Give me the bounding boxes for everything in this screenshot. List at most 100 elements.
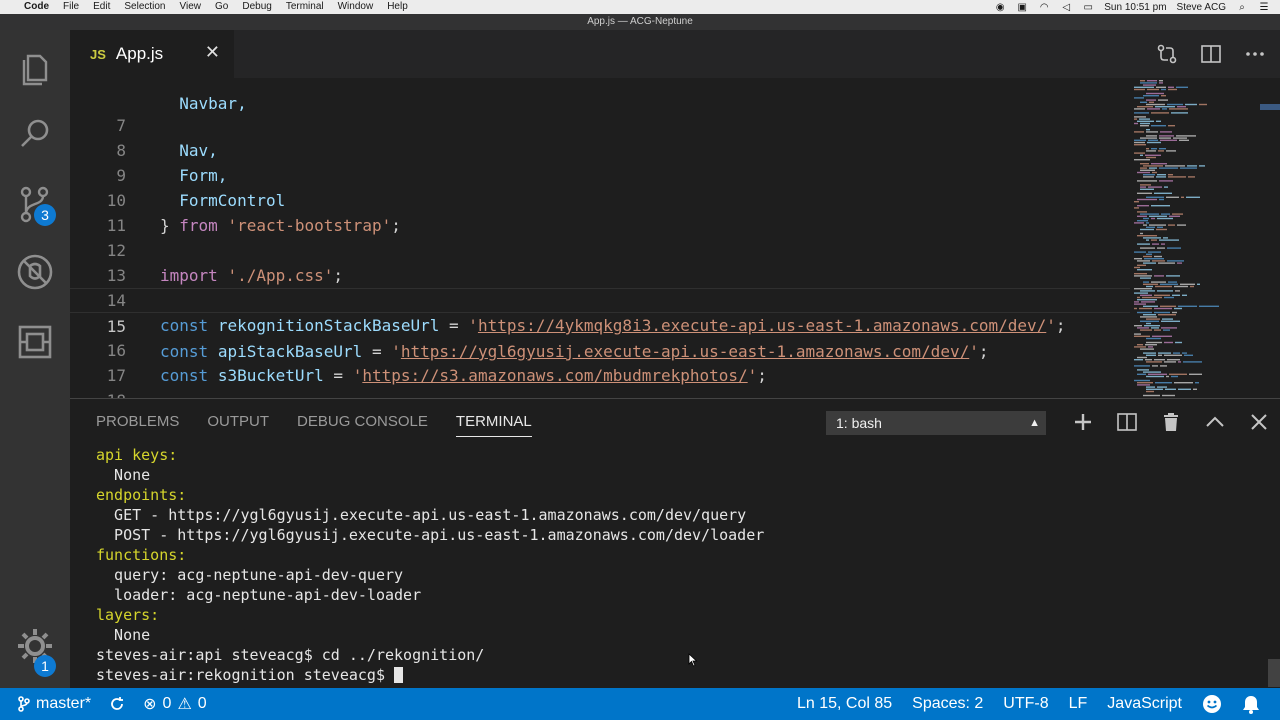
terminal-selector[interactable]: 1: bash ▲ [826,411,1046,435]
spotlight-search-icon[interactable]: ⌕ [1236,2,1248,13]
terminal-line: endpoints: [96,485,1256,505]
terminal-scrollbar-thumb[interactable] [1268,659,1280,687]
warning-count: 0 [197,695,207,712]
wifi-icon[interactable]: ◠ [1038,2,1050,13]
notification-center-icon[interactable]: ☰ [1258,2,1270,13]
indentation[interactable]: Spaces: 2 [912,695,983,713]
terminal-line: steves-air:rekognition steveacg$ [96,665,1256,685]
menu-terminal[interactable]: Terminal [286,0,324,14]
tab-problems[interactable]: PROBLEMS [96,413,179,437]
terminal-selector-value: 1: bash [836,415,882,431]
menu-window[interactable]: Window [338,0,374,14]
encoding[interactable]: UTF-8 [1003,695,1048,713]
menu-user[interactable]: Steve ACG [1177,2,1226,13]
end-of-line[interactable]: LF [1069,695,1088,713]
more-actions-icon[interactable] [1244,43,1266,65]
terminal-line: layers: [96,605,1256,625]
menu-edit[interactable]: Edit [93,0,110,14]
error-count: 0 [162,695,172,712]
menu-bar-tray: ◉ ▣ ◠ ◁ ▭ Sun 10:51 pm Steve ACG ⌕ ☰ [994,2,1270,13]
editor-scrollbar-thumb[interactable] [1260,104,1280,110]
search-icon[interactable] [15,114,55,154]
bottom-panel: PROBLEMS OUTPUT DEBUG CONSOLE TERMINAL 1… [70,398,1280,688]
git-branch-label: master* [36,695,92,712]
terminal-line: functions: [96,545,1256,565]
tab-app-js[interactable]: JS App.js ✕ [70,30,234,78]
javascript-file-icon: JS [90,46,106,62]
language-mode[interactable]: JavaScript [1107,695,1182,713]
problems-indicator[interactable]: ⊗ 0 ⚠ 0 [143,694,207,714]
code-line: 12 import './App.css'; [70,213,1130,285]
menu-clock[interactable]: Sun 10:51 pm [1104,2,1166,13]
terminal-line: POST - https://ygl6gyusij.execute-api.us… [96,525,1256,545]
panel-actions [1072,411,1270,433]
terminal-text: None [96,626,151,644]
warning-icon: ⚠ [177,696,192,713]
terminal-line: loader: acg-neptune-api-dev-loader [96,585,1256,605]
menu-file[interactable]: File [63,0,79,14]
terminal-text: loader: acg-neptune-api-dev-loader [96,586,422,604]
macos-menu-bar: Code File Edit Selection View Go Debug T… [0,0,1280,14]
new-terminal-icon[interactable] [1072,411,1094,433]
terminal-output[interactable]: api keys: None endpoints: GET - https://y… [96,445,1256,685]
split-terminal-icon[interactable] [1116,411,1138,433]
screen-record-icon[interactable]: ▣ [1016,2,1028,13]
status-bar: master* ⊗ 0 ⚠ 0 Ln 15, Col 85 Spaces: 2 … [0,688,1280,720]
git-branch[interactable]: master* [18,695,91,713]
tab-output[interactable]: OUTPUT [207,413,269,437]
code-line: 9 FormControl [70,138,1130,210]
extensions-icon[interactable] [15,322,55,362]
source-control-badge: 3 [34,204,56,226]
close-tab-icon[interactable]: ✕ [205,42,220,63]
minimap[interactable] [1132,78,1260,398]
code-line: 14 const rekognitionStackBaseUrl = 'http… [70,263,1130,335]
code-editor[interactable]: Navbar, 7 Nav, 8 Form, 9 FormControl 10 … [70,78,1280,398]
sync-icon [111,697,124,710]
code-line: 16 const s3BucketUrl = 'https://s3.amazo… [70,313,1130,385]
terminal-key: layers: [96,606,160,624]
terminal-key: endpoints: [96,486,187,504]
terminal-line: GET - https://ygl6gyusij.execute-api.us-… [96,505,1256,525]
open-changes-icon[interactable] [1156,43,1178,65]
notifications-bell-icon[interactable] [1242,694,1260,714]
menu-help[interactable]: Help [387,0,408,14]
cursor-position[interactable]: Ln 15, Col 85 [797,695,892,713]
mouse-pointer-icon [688,653,698,667]
explorer-files-icon[interactable] [15,48,55,88]
terminal-text: POST - https://ygl6gyusij.execute-api.us… [96,526,765,544]
code-line: 17 [70,338,1130,385]
trash-icon[interactable] [1160,411,1182,433]
camera-icon[interactable]: ◉ [994,2,1006,13]
menu-debug[interactable]: Debug [242,0,271,14]
split-editor-icon[interactable] [1200,43,1222,65]
terminal-key: functions: [96,546,187,564]
maximize-panel-icon[interactable] [1204,411,1226,433]
terminal-text: steves-air:api steveacg$ cd ../rekogniti… [96,646,485,664]
menu-view[interactable]: View [180,0,202,14]
settings-badge: 1 [34,655,56,677]
battery-icon[interactable]: ▭ [1082,2,1094,13]
sync-button[interactable] [109,696,125,712]
menu-go[interactable]: Go [215,0,228,14]
code-line: 18 const getImageUrl = (key) => `${s3Buc… [70,363,1130,398]
terminal-text: steves-air:rekognition steveacg$ [96,666,395,684]
code-line: 8 Form, [70,113,1130,185]
terminal-line: query: acg-neptune-api-dev-query [96,565,1256,585]
code-line-current: 15 const apiStackBaseUrl = 'https://ygl6… [70,288,1130,361]
menu-selection[interactable]: Selection [124,0,165,14]
feedback-smiley-icon[interactable] [1202,694,1222,714]
git-branch-icon [18,696,30,712]
line-number: 18 [70,388,126,398]
window-title: App.js — ACG-Neptune [0,14,1280,30]
debug-icon[interactable] [15,252,55,292]
terminal-text: None [96,466,151,484]
tab-debug-console[interactable]: DEBUG CONSOLE [297,413,428,437]
close-panel-icon[interactable] [1248,411,1270,433]
volume-icon[interactable]: ◁ [1060,2,1072,13]
menu-app-code[interactable]: Code [24,0,49,14]
error-icon: ⊗ [143,696,157,713]
select-arrows-icon: ▲ [1029,417,1040,429]
tab-terminal[interactable]: TERMINAL [455,413,532,437]
terminal-line: steves-air:api steveacg$ cd ../rekogniti… [96,645,1256,665]
terminal-line: api keys: [96,445,1256,465]
